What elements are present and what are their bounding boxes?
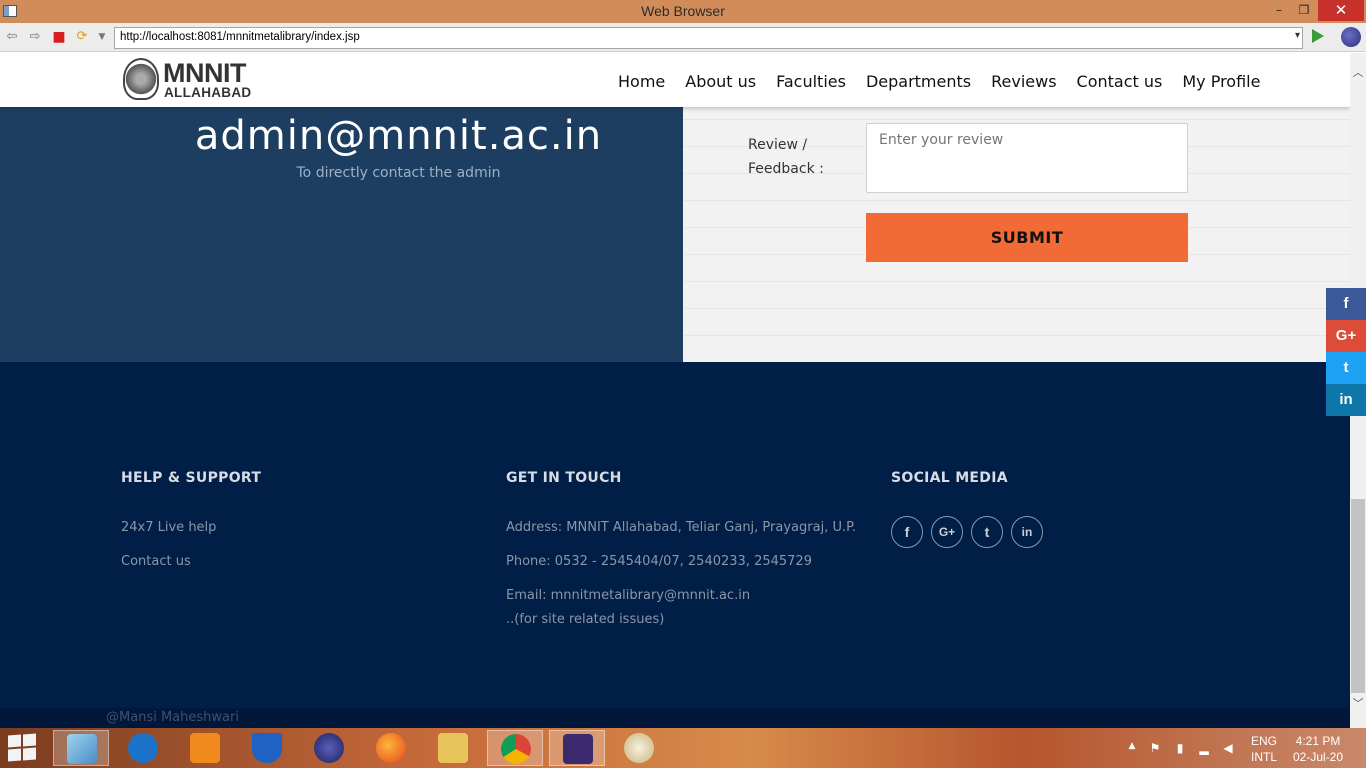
floating-share-bar: f G+ t in	[1326, 288, 1366, 416]
site-footer: HELP & SUPPORT 24x7 Live help Contact us…	[0, 362, 1350, 728]
url-dropdown-icon[interactable]: ▾	[1295, 30, 1300, 41]
close-button[interactable]: ✕	[1318, 0, 1364, 21]
mnnit-emblem-icon	[123, 58, 159, 100]
contact-panel: admin@mnnit.ac.in To directly contact th…	[0, 107, 683, 362]
main-menu: Home About us Faculties Departments Revi…	[608, 72, 1270, 91]
copyright-bar: @Mansi Maheshwari	[0, 708, 1350, 728]
action-center-icon[interactable]: ⚑	[1148, 741, 1162, 755]
java-ee-ide-icon	[563, 734, 593, 764]
volume-icon[interactable]: ◀	[1221, 741, 1235, 755]
google-plus-icon[interactable]: G+	[931, 516, 963, 548]
taskbar-explorer-app[interactable]	[425, 730, 481, 766]
touch-heading: GET IN TOUCH	[506, 470, 622, 486]
social-media-column: SOCIAL MEDIA	[891, 470, 1008, 486]
nav-contact[interactable]: Contact us	[1077, 72, 1163, 91]
eclipse-icon[interactable]	[1341, 27, 1361, 47]
firefox-icon	[376, 733, 406, 763]
share-facebook-icon[interactable]: f	[1326, 288, 1366, 320]
minimize-button[interactable]: –	[1265, 0, 1293, 21]
address-text: Address: MNNIT Allahabad, Teliar Ganj, P…	[506, 520, 857, 535]
taskbar-chrome-app[interactable]	[487, 730, 543, 766]
network-signal-icon[interactable]: ▂	[1197, 741, 1211, 755]
help-heading: HELP & SUPPORT	[121, 470, 262, 486]
review-label: Review / Feedback :	[748, 137, 824, 177]
nav-reviews[interactable]: Reviews	[991, 72, 1056, 91]
share-twitter-icon[interactable]: t	[1326, 352, 1366, 384]
eclipse-app-icon	[314, 733, 344, 763]
linkedin-icon[interactable]: in	[1011, 516, 1043, 548]
window-title: Web Browser	[641, 3, 725, 19]
admin-email-caption: To directly contact the admin	[296, 165, 501, 181]
nav-about[interactable]: About us	[685, 72, 756, 91]
phone-text: Phone: 0532 - 2545404/07, 2540233, 25457…	[506, 554, 812, 569]
nav-departments[interactable]: Departments	[866, 72, 971, 91]
get-in-touch-column: GET IN TOUCH	[506, 470, 622, 486]
paint-palette-icon	[624, 733, 654, 763]
notepad-icon	[67, 734, 97, 764]
taskbar-tools-app[interactable]	[115, 730, 171, 766]
clock-time: 4:21 PM	[1295, 734, 1341, 748]
admin-email: admin@mnnit.ac.in	[194, 113, 603, 159]
scroll-down-icon[interactable]: ﹀	[1350, 696, 1366, 712]
page-viewport: MNNIT ALLAHABAD Home About us Faculties …	[0, 53, 1350, 728]
battery-icon[interactable]: ▮	[1173, 741, 1187, 755]
submit-button[interactable]: SUBMIT	[866, 213, 1188, 262]
email-text[interactable]: Email: mnnitmetalibrary@mnnit.ac.in	[506, 588, 750, 603]
taskbar-firefox-app[interactable]	[363, 730, 419, 766]
taskbar-eclipse-app[interactable]	[301, 730, 357, 766]
nav-faculties[interactable]: Faculties	[776, 72, 846, 91]
refresh-icon[interactable]: ⟳	[74, 29, 90, 45]
chrome-icon	[501, 734, 531, 764]
taskbar-defender-app[interactable]	[239, 730, 295, 766]
help-support-column: HELP & SUPPORT	[121, 470, 261, 486]
taskbar-paint-app[interactable]	[611, 730, 667, 766]
lang-layout: INTL	[1250, 750, 1277, 764]
folder-icon	[438, 733, 468, 763]
scrollbar-thumb[interactable]	[1351, 499, 1365, 693]
copyright-text: @Mansi Maheshwari	[106, 710, 239, 725]
social-heading: SOCIAL MEDIA	[891, 470, 1008, 486]
url-input[interactable]: http://localhost:8081/mnnitmetalibrary/i…	[114, 27, 1303, 49]
window-title-bar: Web Browser – ❐ ✕	[0, 0, 1366, 23]
input-language-indicator[interactable]: ENG INTL	[1249, 733, 1279, 765]
lang-code: ENG	[1250, 734, 1277, 748]
pdf-icon	[190, 733, 220, 763]
wrench-icon	[128, 733, 158, 763]
back-arrow-icon[interactable]: ⇦	[4, 29, 20, 45]
go-icon[interactable]	[1312, 29, 1324, 43]
history-dropdown-icon[interactable]: ▼	[94, 29, 110, 45]
taskbar-pdf-app[interactable]	[177, 730, 233, 766]
footer-contact-link[interactable]: Contact us	[121, 554, 191, 569]
twitter-icon[interactable]: t	[971, 516, 1003, 548]
scroll-up-icon[interactable]: ︿	[1350, 65, 1366, 81]
nav-my-profile[interactable]: My Profile	[1182, 72, 1260, 91]
restore-button[interactable]: ❐	[1290, 0, 1318, 21]
show-hidden-icons-icon[interactable]: ▲	[1125, 741, 1139, 755]
review-input[interactable]	[866, 123, 1188, 193]
nav-home[interactable]: Home	[618, 72, 665, 91]
forward-arrow-icon[interactable]: ⇨	[27, 29, 43, 45]
start-windows-icon[interactable]	[8, 733, 38, 762]
live-help-link[interactable]: 24x7 Live help	[121, 520, 216, 535]
email-note-text: ..(for site related issues)	[506, 612, 665, 627]
taskbar-javaee-app[interactable]	[549, 730, 605, 766]
browser-toolbar: ⇦ ⇨ ■ ⟳ ▼ http://localhost:8081/mnnitmet…	[0, 23, 1366, 52]
stop-icon[interactable]: ■	[51, 29, 67, 45]
share-linkedin-icon[interactable]: in	[1326, 384, 1366, 416]
shield-icon	[252, 733, 282, 763]
taskbar-clock[interactable]: 4:21 PM 02-Jul-20	[1288, 733, 1348, 765]
share-google-plus-icon[interactable]: G+	[1326, 320, 1366, 352]
review-panel: Review / Feedback : SUBMIT	[683, 107, 1350, 362]
facebook-icon[interactable]: f	[891, 516, 923, 548]
windows-taskbar: ▲ ⚑ ▮ ▂ ◀ ENG INTL 4:21 PM 02-Jul-20	[0, 728, 1366, 768]
clock-date: 02-Jul-20	[1292, 750, 1344, 764]
site-navbar: MNNIT ALLAHABAD Home About us Faculties …	[0, 53, 1350, 107]
url-text: http://localhost:8081/mnnitmetalibrary/i…	[120, 31, 360, 43]
logo-sub-text: ALLAHABAD	[164, 85, 252, 100]
taskbar-notepad-app[interactable]	[53, 730, 109, 766]
